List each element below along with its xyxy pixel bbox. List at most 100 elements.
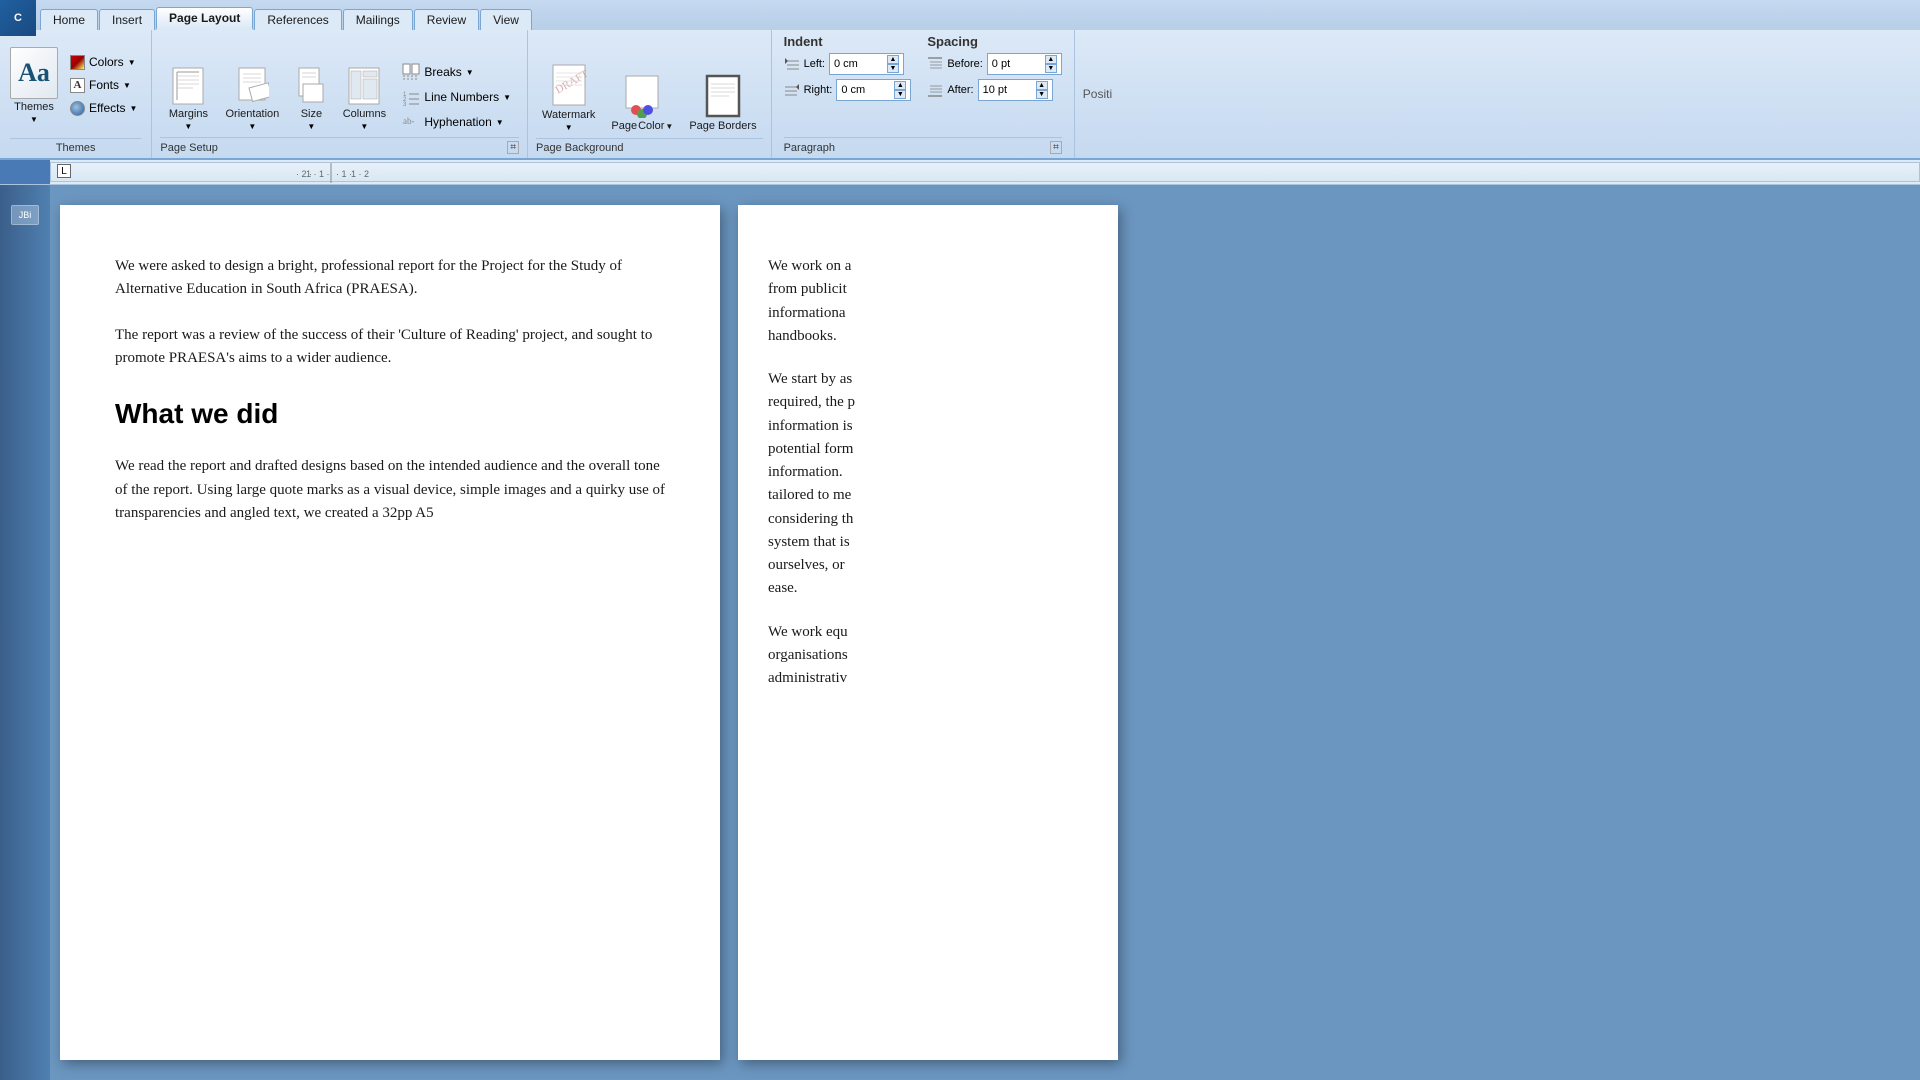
breaks-icon bbox=[402, 63, 420, 81]
para-3: We read the report and drafted designs b… bbox=[115, 455, 665, 525]
page-color-label-row: Page Color ▼ bbox=[611, 120, 673, 132]
indent-left-up[interactable]: ▲ bbox=[887, 55, 899, 64]
page2-para-2: We start by asrequired, the pinformation… bbox=[768, 368, 1088, 601]
themes-icon-text: Aa bbox=[18, 58, 50, 88]
spacing-after-label: After: bbox=[947, 84, 973, 96]
paragraph-dialog-launcher[interactable]: ⌗ bbox=[1050, 141, 1062, 154]
para-2: The report was a review of the success o… bbox=[115, 324, 665, 371]
page-borders-button[interactable]: Page Borders bbox=[683, 70, 762, 136]
spacing-after-row: After: 10 pt ▲ ▼ bbox=[927, 79, 1061, 101]
page-color-arrow: ▼ bbox=[665, 122, 673, 131]
colors-button[interactable]: Colors ▼ bbox=[66, 53, 141, 72]
colors-label: Colors bbox=[89, 55, 124, 69]
spacing-after-input[interactable]: 10 pt ▲ ▼ bbox=[978, 79, 1053, 101]
indent-left-icon bbox=[784, 57, 800, 71]
spacing-before-up[interactable]: ▲ bbox=[1045, 55, 1057, 64]
watermark-button[interactable]: DRAFT Watermark ▼ bbox=[536, 59, 601, 136]
themes-btn-label: Themes bbox=[14, 101, 54, 113]
page-color-label2: Color bbox=[638, 120, 664, 132]
page-color-icon bbox=[624, 74, 660, 118]
spacing-before-down[interactable]: ▼ bbox=[1045, 64, 1057, 73]
tab-page-layout[interactable]: Page Layout bbox=[156, 7, 253, 30]
page-1: We were asked to design a bright, profes… bbox=[60, 205, 720, 1060]
effects-label: Effects bbox=[89, 101, 125, 115]
spacing-before-value: 0 pt bbox=[992, 58, 1010, 70]
tab-references[interactable]: References bbox=[254, 9, 341, 30]
watermark-arrow: ▼ bbox=[565, 123, 573, 132]
orientation-arrow: ▼ bbox=[248, 122, 256, 131]
page2-para-1: We work on afrom publicitinformationahan… bbox=[768, 255, 1088, 348]
indent-right-down[interactable]: ▼ bbox=[894, 90, 906, 99]
office-button[interactable]: C bbox=[0, 0, 36, 36]
size-button[interactable]: Size ▼ bbox=[288, 62, 334, 135]
indent-right-value: 0 cm bbox=[841, 84, 865, 96]
line-numbers-button[interactable]: 1 2 3 Line Numbers ▼ bbox=[398, 86, 515, 108]
line-numbers-arrow: ▼ bbox=[503, 93, 511, 102]
spacing-after-icon bbox=[927, 83, 943, 97]
position-group: Positi bbox=[1075, 30, 1120, 158]
page-background-group-label: Page Background bbox=[536, 138, 763, 154]
page2-para-3: We work equorganisationsadministrativ bbox=[768, 621, 1088, 691]
spacing-after-down[interactable]: ▼ bbox=[1036, 90, 1048, 99]
indent-left-down[interactable]: ▼ bbox=[887, 64, 899, 73]
heading-what-we-did: What we did bbox=[115, 392, 665, 435]
svg-text:3: 3 bbox=[403, 102, 407, 106]
themes-icon: Aa bbox=[10, 47, 58, 99]
size-label: Size bbox=[301, 108, 322, 120]
spacing-after-value: 10 pt bbox=[983, 84, 1007, 96]
indent-right-up[interactable]: ▲ bbox=[894, 81, 906, 90]
ribbon: Aa Themes ▼ Colors ▼ A Fonts ▼ bbox=[0, 30, 1920, 160]
document-area: JBi We were asked to design a bright, pr… bbox=[0, 185, 1920, 1080]
indent-right-row: Right: 0 cm ▲ ▼ bbox=[784, 79, 912, 101]
indent-right-icon bbox=[784, 83, 800, 97]
effects-arrow: ▼ bbox=[129, 104, 137, 113]
page-setup-dialog-launcher[interactable]: ⌗ bbox=[507, 141, 519, 154]
hyphenation-button[interactable]: ab- Hyphenation ▼ bbox=[398, 111, 515, 133]
fonts-icon: A bbox=[70, 78, 85, 93]
orientation-icon bbox=[235, 66, 269, 106]
indent-left-spinner: ▲ ▼ bbox=[887, 55, 899, 73]
indent-right-input[interactable]: 0 cm ▲ ▼ bbox=[836, 79, 911, 101]
sidebar-label: JBi bbox=[11, 205, 39, 225]
indent-left-input[interactable]: 0 cm ▲ ▼ bbox=[829, 53, 904, 75]
pages-container: We were asked to design a bright, profes… bbox=[50, 185, 1920, 1080]
colors-arrow: ▼ bbox=[128, 58, 136, 67]
para-1: We were asked to design a bright, profes… bbox=[115, 255, 665, 302]
paragraph-group: Indent Left: 0 cm ▲ ▼ bbox=[772, 30, 1075, 158]
columns-label: Columns bbox=[343, 108, 386, 120]
orientation-button[interactable]: Orientation ▼ bbox=[218, 62, 286, 135]
fonts-button[interactable]: A Fonts ▼ bbox=[66, 76, 141, 95]
spacing-before-input[interactable]: 0 pt ▲ ▼ bbox=[987, 53, 1062, 75]
page-background-buttons: DRAFT Watermark ▼ Page bbox=[536, 34, 763, 136]
tab-view[interactable]: View bbox=[480, 9, 532, 30]
watermark-label: Watermark bbox=[542, 109, 595, 121]
columns-button[interactable]: Columns ▼ bbox=[336, 62, 392, 135]
tab-mailings[interactable]: Mailings bbox=[343, 9, 413, 30]
page-setup-label-text: Page Setup bbox=[160, 142, 218, 154]
hyphenation-icon: ab- bbox=[402, 113, 420, 131]
position-content: Positi bbox=[1083, 34, 1112, 154]
svg-text:1 ·: 1 · bbox=[306, 169, 317, 179]
effects-button[interactable]: Effects ▼ bbox=[66, 99, 141, 118]
tab-insert[interactable]: Insert bbox=[99, 9, 155, 30]
indent-right-label: Right: bbox=[804, 84, 833, 96]
spacing-after-up[interactable]: ▲ bbox=[1036, 81, 1048, 90]
svg-text:1 ·: 1 · bbox=[319, 169, 330, 179]
breaks-label: Breaks bbox=[424, 65, 461, 79]
paragraph-content: Indent Left: 0 cm ▲ ▼ bbox=[784, 34, 1062, 135]
themes-group-label: Themes bbox=[10, 138, 141, 154]
orientation-label: Orientation bbox=[225, 108, 279, 120]
breaks-button[interactable]: Breaks ▼ bbox=[398, 61, 515, 83]
ruler-svg: · 2 · 1 · 1 · · 1 · 1 · 2 bbox=[51, 163, 1919, 183]
spacing-after-spinner: ▲ ▼ bbox=[1036, 81, 1048, 99]
spacing-before-spinner: ▲ ▼ bbox=[1045, 55, 1057, 73]
themes-button[interactable]: Aa Themes ▼ bbox=[10, 47, 58, 124]
position-label: Positi bbox=[1083, 87, 1112, 101]
columns-icon bbox=[347, 66, 381, 106]
page-color-button[interactable]: Page Color ▼ bbox=[605, 70, 679, 136]
tab-home[interactable]: Home bbox=[40, 9, 98, 30]
spacing-section: Spacing Before: 0 pt ▲ ▼ bbox=[927, 34, 1061, 135]
tab-review[interactable]: Review bbox=[414, 9, 479, 30]
margins-button[interactable]: Margins ▼ bbox=[160, 62, 216, 135]
ruler: L · 2 · 1 · 1 · · 1 · 1 · 2 bbox=[50, 162, 1920, 182]
